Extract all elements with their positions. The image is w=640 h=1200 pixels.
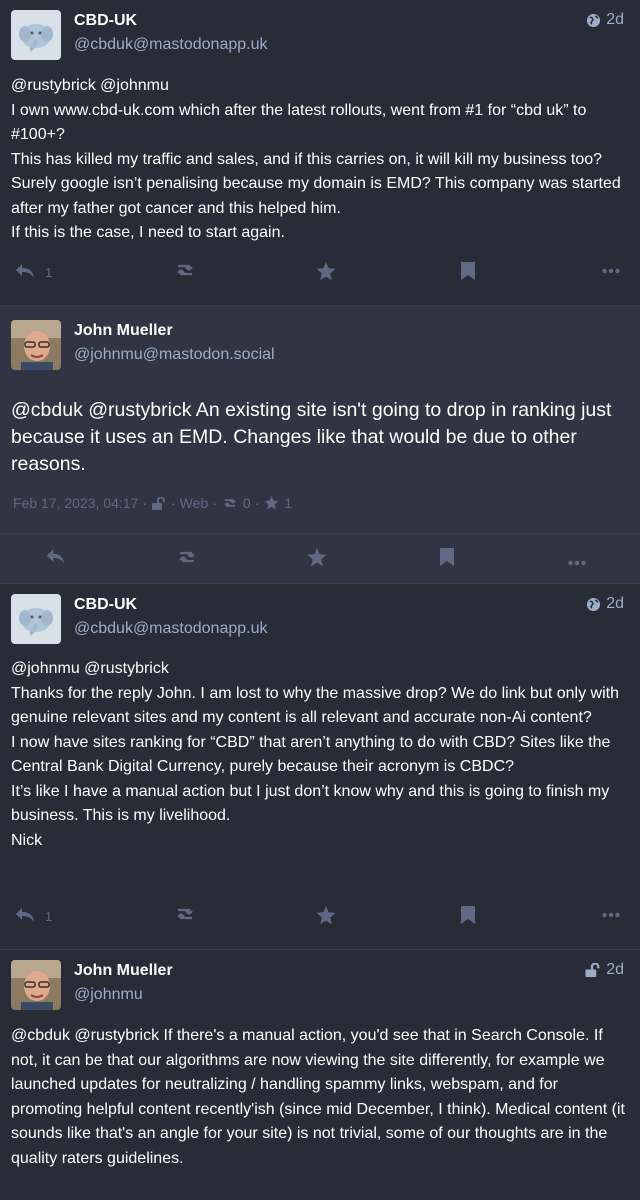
globe-icon: [586, 13, 601, 28]
star-icon: [307, 548, 327, 570]
globe-icon: [586, 597, 601, 612]
avatar[interactable]: [11, 320, 61, 370]
more-button[interactable]: [568, 554, 586, 569]
boost-button[interactable]: [176, 549, 198, 568]
reply-button[interactable]: 1: [15, 262, 52, 283]
bookmark-icon: [440, 548, 454, 569]
content-paragraph: It’s like I have a manual action but I j…: [11, 782, 610, 825]
status-content: @cbduk @rustybrick An existing site isn'…: [11, 397, 626, 478]
status-post[interactable]: CBD-UK @cbduk@mastodonapp.uk 2d @johnmu …: [0, 584, 640, 950]
display-name[interactable]: CBD-UK: [74, 11, 267, 31]
unlock-icon: [152, 496, 166, 510]
action-bar: 1: [0, 262, 640, 286]
status-content: @rustybrick @johnmu I own www.cbd-uk.com…: [11, 74, 626, 246]
reply-button[interactable]: [46, 548, 68, 568]
favourite-button[interactable]: [316, 262, 336, 284]
content-paragraph: If this is the case, I need to start aga…: [11, 224, 285, 241]
bookmark-button[interactable]: [461, 906, 475, 927]
ellipsis-icon: [602, 906, 620, 921]
action-bar: 1: [0, 906, 640, 930]
account-handle[interactable]: @johnmu: [74, 985, 173, 1005]
boost-button[interactable]: [174, 262, 196, 281]
retweet-icon: [174, 906, 196, 925]
bookmark-icon: [461, 262, 475, 283]
status-content: @cbduk @rustybrick If there's a manual a…: [11, 1024, 626, 1171]
account-handle[interactable]: @johnmu@mastodon.social: [74, 345, 275, 365]
content-paragraph: @johnmu @rustybrick: [11, 660, 169, 677]
status-time[interactable]: 2d: [586, 11, 624, 29]
avatar[interactable]: [11, 594, 61, 644]
reply-count: 1: [45, 909, 53, 924]
reply-button[interactable]: 1: [15, 906, 52, 927]
status-header[interactable]: CBD-UK @cbduk@mastodonapp.uk: [11, 594, 267, 644]
avatar[interactable]: [11, 10, 61, 60]
timestamp-link[interactable]: Feb 17, 2023, 04:17: [13, 495, 138, 511]
more-button[interactable]: [602, 906, 620, 921]
boost-count[interactable]: 0: [243, 495, 251, 511]
bookmark-button[interactable]: [440, 548, 454, 569]
favourite-button[interactable]: [307, 548, 327, 570]
content-paragraph: @cbduk @rustybrick If there's a manual a…: [11, 1027, 625, 1167]
reply-all-icon: [15, 906, 39, 927]
unlock-icon: [585, 963, 601, 977]
favourite-button[interactable]: [316, 906, 336, 928]
content-paragraph: This has killed my traffic and sales, an…: [11, 150, 621, 217]
retweet-icon: [174, 262, 196, 281]
avatar[interactable]: [11, 960, 61, 1010]
boost-button[interactable]: [174, 906, 196, 925]
retweet-icon: [222, 497, 238, 509]
status-header[interactable]: CBD-UK @cbduk@mastodonapp.uk: [11, 10, 267, 60]
favourite-count[interactable]: 1: [284, 495, 292, 511]
status-content: @johnmu @rustybrick Thanks for the reply…: [11, 657, 626, 853]
status-time[interactable]: 2d: [585, 961, 624, 979]
reply-icon: [46, 548, 68, 568]
content-paragraph: @cbduk @rustybrick An existing site isn'…: [11, 399, 612, 475]
detailed-action-bar: [0, 533, 640, 582]
status-time[interactable]: 2d: [586, 595, 624, 613]
display-name[interactable]: CBD-UK: [74, 595, 267, 615]
star-icon: [264, 496, 279, 510]
ellipsis-icon: [602, 262, 620, 277]
status-post[interactable]: CBD-UK @cbduk@mastodonapp.uk 2d @rustybr…: [0, 0, 640, 306]
content-paragraph: I own www.cbd-uk.com which after the lat…: [11, 101, 587, 144]
account-handle[interactable]: @cbduk@mastodonapp.uk: [74, 619, 267, 639]
star-icon: [316, 906, 336, 928]
content-paragraph: Thanks for the reply John. I am lost to …: [11, 684, 619, 727]
content-paragraph: Nick: [11, 831, 43, 849]
ellipsis-icon: [568, 554, 586, 569]
relative-time: 2d: [606, 595, 624, 612]
relative-time: 2d: [606, 961, 624, 978]
more-button[interactable]: [602, 262, 620, 277]
display-name[interactable]: John Mueller: [74, 321, 275, 341]
retweet-icon: [176, 549, 198, 568]
bookmark-icon: [461, 906, 475, 927]
content-paragraph: I now have sites ranking for “CBD” that …: [11, 733, 611, 776]
star-icon: [316, 262, 336, 284]
status-header[interactable]: John Mueller @johnmu@mastodon.social: [11, 320, 275, 370]
display-name[interactable]: John Mueller: [74, 961, 173, 981]
reply-count: 1: [45, 265, 53, 280]
relative-time: 2d: [606, 11, 624, 28]
reply-all-icon: [15, 262, 39, 283]
status-header[interactable]: John Mueller @johnmu: [11, 960, 173, 1010]
status-post[interactable]: John Mueller @johnmu 2d @cbduk @rustybri…: [0, 950, 640, 1200]
bookmark-button[interactable]: [461, 262, 475, 283]
content-paragraph: @rustybrick @johnmu: [11, 77, 169, 94]
account-handle[interactable]: @cbduk@mastodonapp.uk: [74, 35, 267, 55]
status-detail-meta: Feb 17, 2023, 04:17 · · Web · 0 · 1: [13, 495, 293, 511]
application-name[interactable]: Web: [180, 495, 209, 511]
